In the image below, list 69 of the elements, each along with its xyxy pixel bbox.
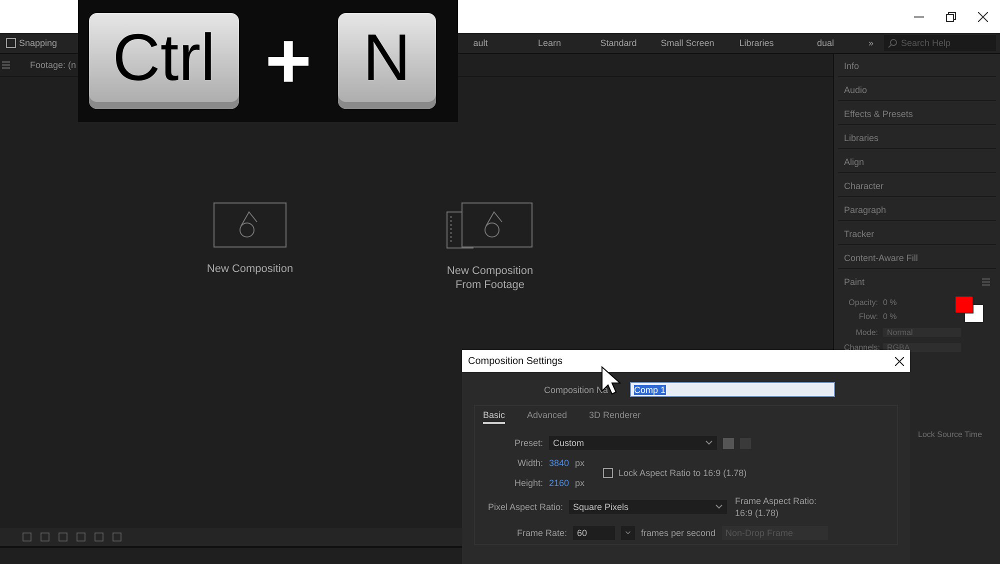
frame-rate-dropdown[interactable] [621, 526, 635, 540]
panel-tab[interactable]: Content-Aware Fill [838, 248, 996, 269]
search-icon [888, 38, 897, 48]
keycap: N [338, 13, 436, 109]
height-label: Height: [513, 478, 543, 488]
preset-dropdown[interactable]: Custom [549, 436, 717, 450]
action-label: New Composition From Footage [446, 264, 534, 292]
save-preset-button[interactable] [723, 438, 734, 448]
panel-tab[interactable]: Paragraph [838, 200, 996, 221]
workspace-tab[interactable]: Libraries [722, 38, 791, 48]
snapping-checkbox[interactable] [6, 38, 16, 48]
chevron-down-icon [705, 440, 713, 446]
panel-tab[interactable]: Effects & Presets [838, 104, 996, 125]
pixel-aspect-dropdown[interactable]: Square Pixels [569, 500, 727, 514]
snapping-label: Snapping [19, 38, 58, 48]
workspace-tab[interactable]: Learn [515, 38, 584, 48]
workspace-tab[interactable]: dual [791, 38, 860, 48]
panel-tab[interactable]: Info [838, 56, 996, 77]
close-icon[interactable] [978, 12, 988, 22]
panel-title: Footage: (n [30, 60, 76, 70]
workspace-tab[interactable]: Standard [584, 38, 653, 48]
lock-aspect-label: Lock Aspect Ratio to 16:9 (1.78) [618, 468, 747, 478]
settings-tab[interactable]: 3D Renderer [589, 410, 641, 424]
keycap: Ctrl [89, 13, 239, 109]
unit-label: px [575, 478, 585, 488]
plus-sign: + [265, 15, 312, 107]
lock-source-time-label: Lock Source Time [918, 430, 982, 438]
panel-tab[interactable]: Audio [838, 80, 996, 101]
new-composition-action[interactable]: New Composition [160, 202, 340, 528]
chevron-down-icon [715, 504, 723, 510]
panel-tab[interactable]: Tracker [838, 224, 996, 245]
panel-tab[interactable]: Character [838, 176, 996, 197]
frame-rate-field[interactable]: 60 [573, 526, 615, 540]
width-label: Width: [516, 458, 543, 468]
opacity-label: Opacity: [848, 298, 878, 306]
lock-aspect-checkbox[interactable] [602, 468, 613, 478]
menu-icon[interactable] [982, 278, 990, 286]
panel-tab[interactable]: Libraries [838, 128, 996, 149]
pixel-aspect-label: Pixel Aspect Ratio: [486, 502, 563, 512]
film-composition-icon [446, 202, 534, 250]
width-value[interactable]: 3840 [549, 458, 570, 468]
height-value[interactable]: 2160 [549, 478, 570, 488]
chevron-down-icon [625, 530, 631, 536]
frame-aspect-value: 16:9 (1.78) [735, 508, 780, 518]
composition-icon [213, 202, 287, 248]
channels-label: Channels: [844, 342, 878, 352]
flow-value: 0 % [883, 312, 897, 320]
close-icon[interactable] [895, 356, 904, 366]
mode-label: Mode: [854, 328, 878, 336]
workspace-tab[interactable]: Small Screen [653, 38, 722, 48]
restore-icon[interactable] [946, 12, 956, 22]
fps-label: frames per second [641, 528, 716, 538]
opacity-value: 0 % [883, 298, 897, 306]
menu-icon[interactable] [2, 61, 10, 69]
dialog-title: Composition Settings [468, 356, 562, 366]
panel-tab[interactable]: Align [838, 152, 996, 173]
search-field[interactable]: Search Help [884, 35, 996, 51]
settings-tab[interactable]: Basic [483, 410, 506, 424]
frame-rate-label: Frame Rate: [516, 528, 567, 538]
more-workspaces-button[interactable]: » [860, 38, 882, 48]
action-label: New Composition [206, 262, 294, 276]
color-swatches-drawing[interactable] [952, 295, 985, 323]
frame-aspect-label: Frame Aspect Ratio: [735, 496, 817, 506]
settings-tab[interactable]: Advanced [527, 410, 568, 424]
flow-label: Flow: [858, 312, 878, 320]
paint-title: Paint [844, 277, 865, 287]
preset-label: Preset: [513, 438, 543, 448]
composition-name-field[interactable]: Comp 1 [630, 382, 835, 397]
unit-label: px [575, 458, 585, 468]
